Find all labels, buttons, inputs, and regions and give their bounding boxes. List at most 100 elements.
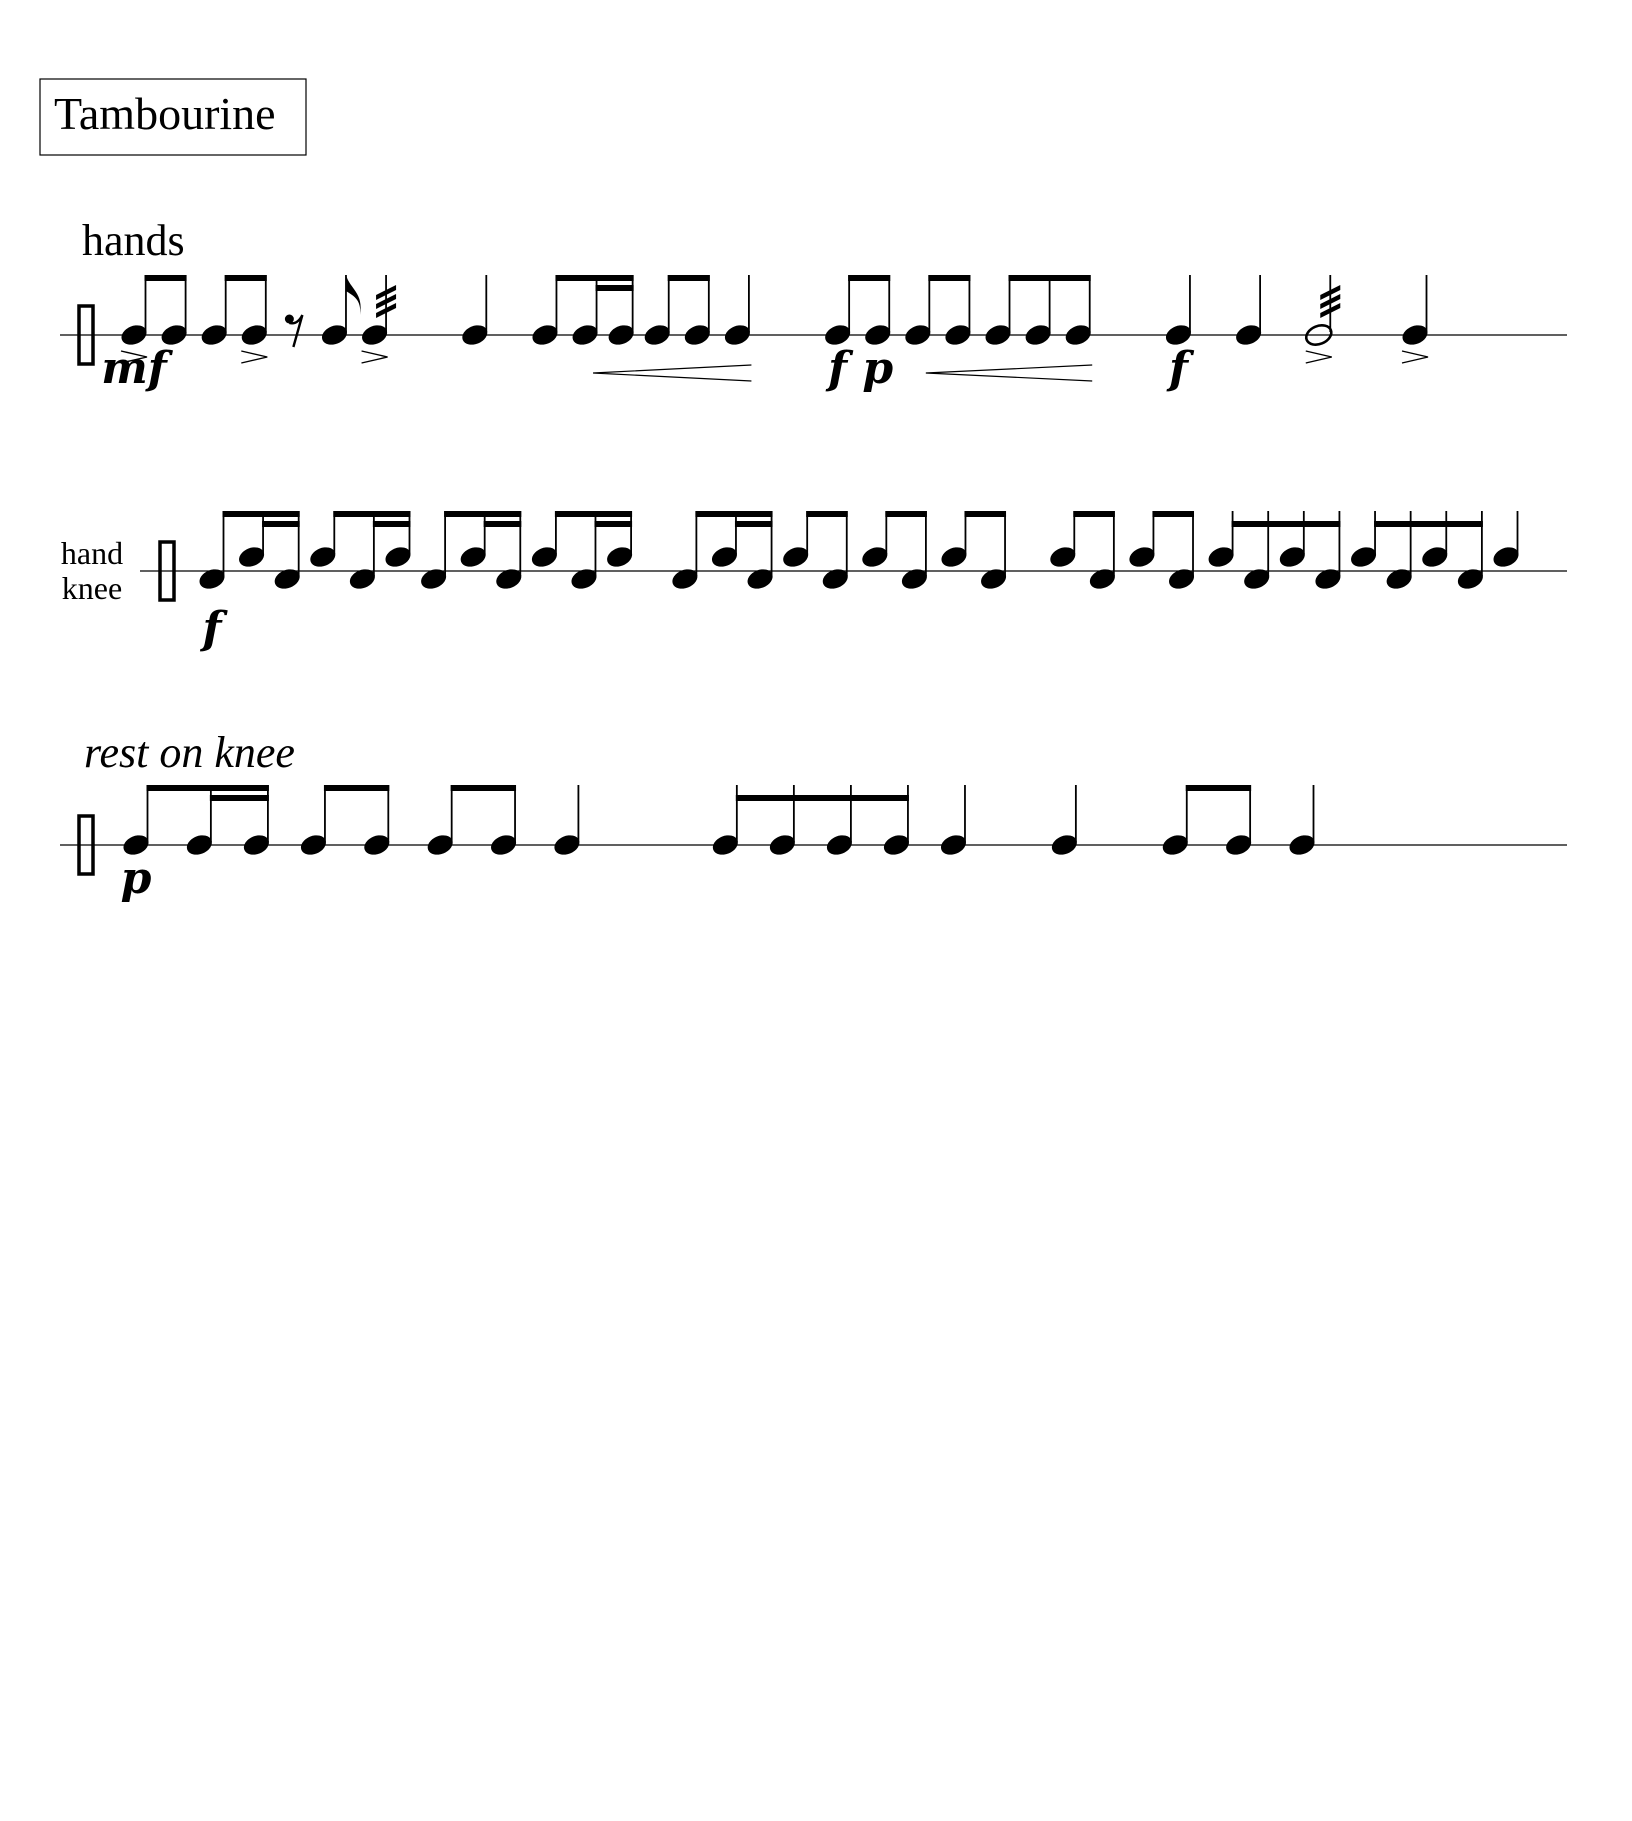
note: p <box>121 785 152 904</box>
note <box>905 275 931 345</box>
note <box>862 511 888 567</box>
note: p <box>862 275 893 394</box>
note <box>1208 511 1234 567</box>
note <box>1065 275 1091 345</box>
eighth-beam <box>848 275 891 281</box>
eighth-beam <box>323 785 390 791</box>
eighth-beam <box>928 275 971 281</box>
sixteenth-beam <box>209 795 269 801</box>
note <box>531 511 557 567</box>
note: f <box>199 511 229 654</box>
note: f <box>825 275 854 394</box>
note <box>941 511 967 567</box>
note <box>1051 785 1077 855</box>
note <box>1493 511 1519 567</box>
staff-label-hand: hand <box>61 535 123 571</box>
eighth-beam <box>555 275 634 281</box>
dynamic-marking: p <box>862 343 893 394</box>
note <box>945 275 971 345</box>
sixteenth-beam <box>483 521 522 527</box>
note <box>1162 785 1188 855</box>
note <box>1168 511 1195 589</box>
sixteenth-beam <box>594 521 633 527</box>
dynamic-marking: mf <box>101 343 174 394</box>
accent-mark <box>1305 350 1332 364</box>
note: f <box>1165 275 1195 394</box>
eighth-beam <box>146 785 269 791</box>
note <box>532 275 558 345</box>
eighth-beam <box>1073 511 1115 517</box>
note <box>554 785 580 855</box>
note <box>1304 275 1341 364</box>
systems: handsmf f p fhandkneefrest on kneep <box>60 216 1567 904</box>
staff-label-knee: knee <box>62 570 122 606</box>
note <box>644 275 670 345</box>
crescendo-hairpin <box>925 364 1093 382</box>
note <box>361 275 397 364</box>
note <box>385 511 411 567</box>
title: Tambourine <box>54 88 276 139</box>
note <box>462 275 488 345</box>
sixteenth-beam <box>734 521 773 527</box>
note <box>1236 275 1262 345</box>
eighth-beam <box>444 511 522 517</box>
staff-system: handsmf f p f <box>60 216 1567 394</box>
score-page: Tambourine handsmf f p fhandkneefrest on kn… <box>39 78 1567 904</box>
sixteenth-beam <box>262 521 300 527</box>
note <box>981 511 1007 589</box>
dynamic-marking: f <box>1166 343 1195 394</box>
note <box>1401 275 1429 364</box>
note <box>1129 511 1155 567</box>
note <box>672 511 698 589</box>
note <box>1025 275 1051 345</box>
dynamic-marking: f <box>825 343 854 394</box>
note <box>940 785 966 855</box>
note <box>201 275 227 345</box>
eighth-beam <box>144 275 187 281</box>
accent-mark <box>241 350 268 364</box>
eighth-beam <box>1185 785 1252 791</box>
note <box>1422 511 1448 567</box>
sixteenth-beam <box>735 795 909 801</box>
note <box>1279 511 1305 567</box>
title-box: Tambourine <box>39 78 307 156</box>
note <box>1050 511 1076 567</box>
eighth-beam <box>554 511 633 517</box>
note <box>300 785 326 855</box>
sixteenth-beam <box>1374 521 1483 527</box>
note <box>684 275 710 345</box>
technique-label: hands <box>82 216 185 265</box>
note <box>1226 785 1252 855</box>
note <box>711 511 737 567</box>
note <box>239 511 265 567</box>
staff-system: rest on knee p <box>60 728 1567 904</box>
note <box>421 511 447 589</box>
note <box>427 785 453 855</box>
eighth-beam <box>667 275 710 281</box>
note <box>241 275 268 364</box>
note <box>310 511 336 567</box>
eighth-beam <box>222 511 300 517</box>
eighth-beam <box>1152 511 1195 517</box>
flag <box>345 275 361 315</box>
note <box>901 511 927 589</box>
eighth-beam <box>1008 275 1091 281</box>
note <box>491 785 517 855</box>
note <box>783 511 809 567</box>
accent-mark <box>1401 350 1429 364</box>
sixteenth-beam <box>595 285 634 291</box>
eighth-beam <box>964 511 1007 517</box>
sixteenth-beam <box>372 521 411 527</box>
note <box>1289 785 1315 855</box>
note <box>321 275 361 345</box>
dynamic-marking: p <box>121 853 152 904</box>
eighth-beam <box>450 785 517 791</box>
note <box>364 785 390 855</box>
note <box>1351 511 1377 567</box>
eighth-beam <box>806 511 848 517</box>
dynamic-marking: f <box>200 603 229 654</box>
note <box>724 275 750 345</box>
note <box>161 275 187 345</box>
note <box>607 511 633 567</box>
note <box>822 511 848 589</box>
